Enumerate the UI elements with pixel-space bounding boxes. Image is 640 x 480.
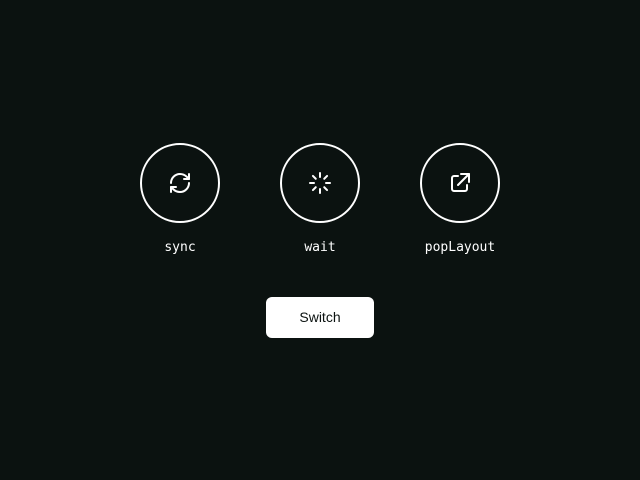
mode-label-wait: wait: [304, 240, 336, 255]
switch-button[interactable]: Switch: [266, 297, 374, 338]
sync-icon: [170, 173, 190, 193]
mode-label-poplayout: popLayout: [424, 240, 496, 255]
mode-label-sync: sync: [164, 240, 196, 255]
mode-button-poplayout[interactable]: [420, 143, 500, 223]
spinner-icon: [309, 172, 331, 194]
mode-option-sync: sync: [120, 143, 240, 263]
mode-button-sync[interactable]: [140, 143, 220, 223]
external-link-icon: [451, 173, 470, 192]
mode-option-wait: wait: [260, 143, 380, 263]
mode-button-wait[interactable]: [280, 143, 360, 223]
mode-option-poplayout: popLayout: [400, 143, 520, 263]
